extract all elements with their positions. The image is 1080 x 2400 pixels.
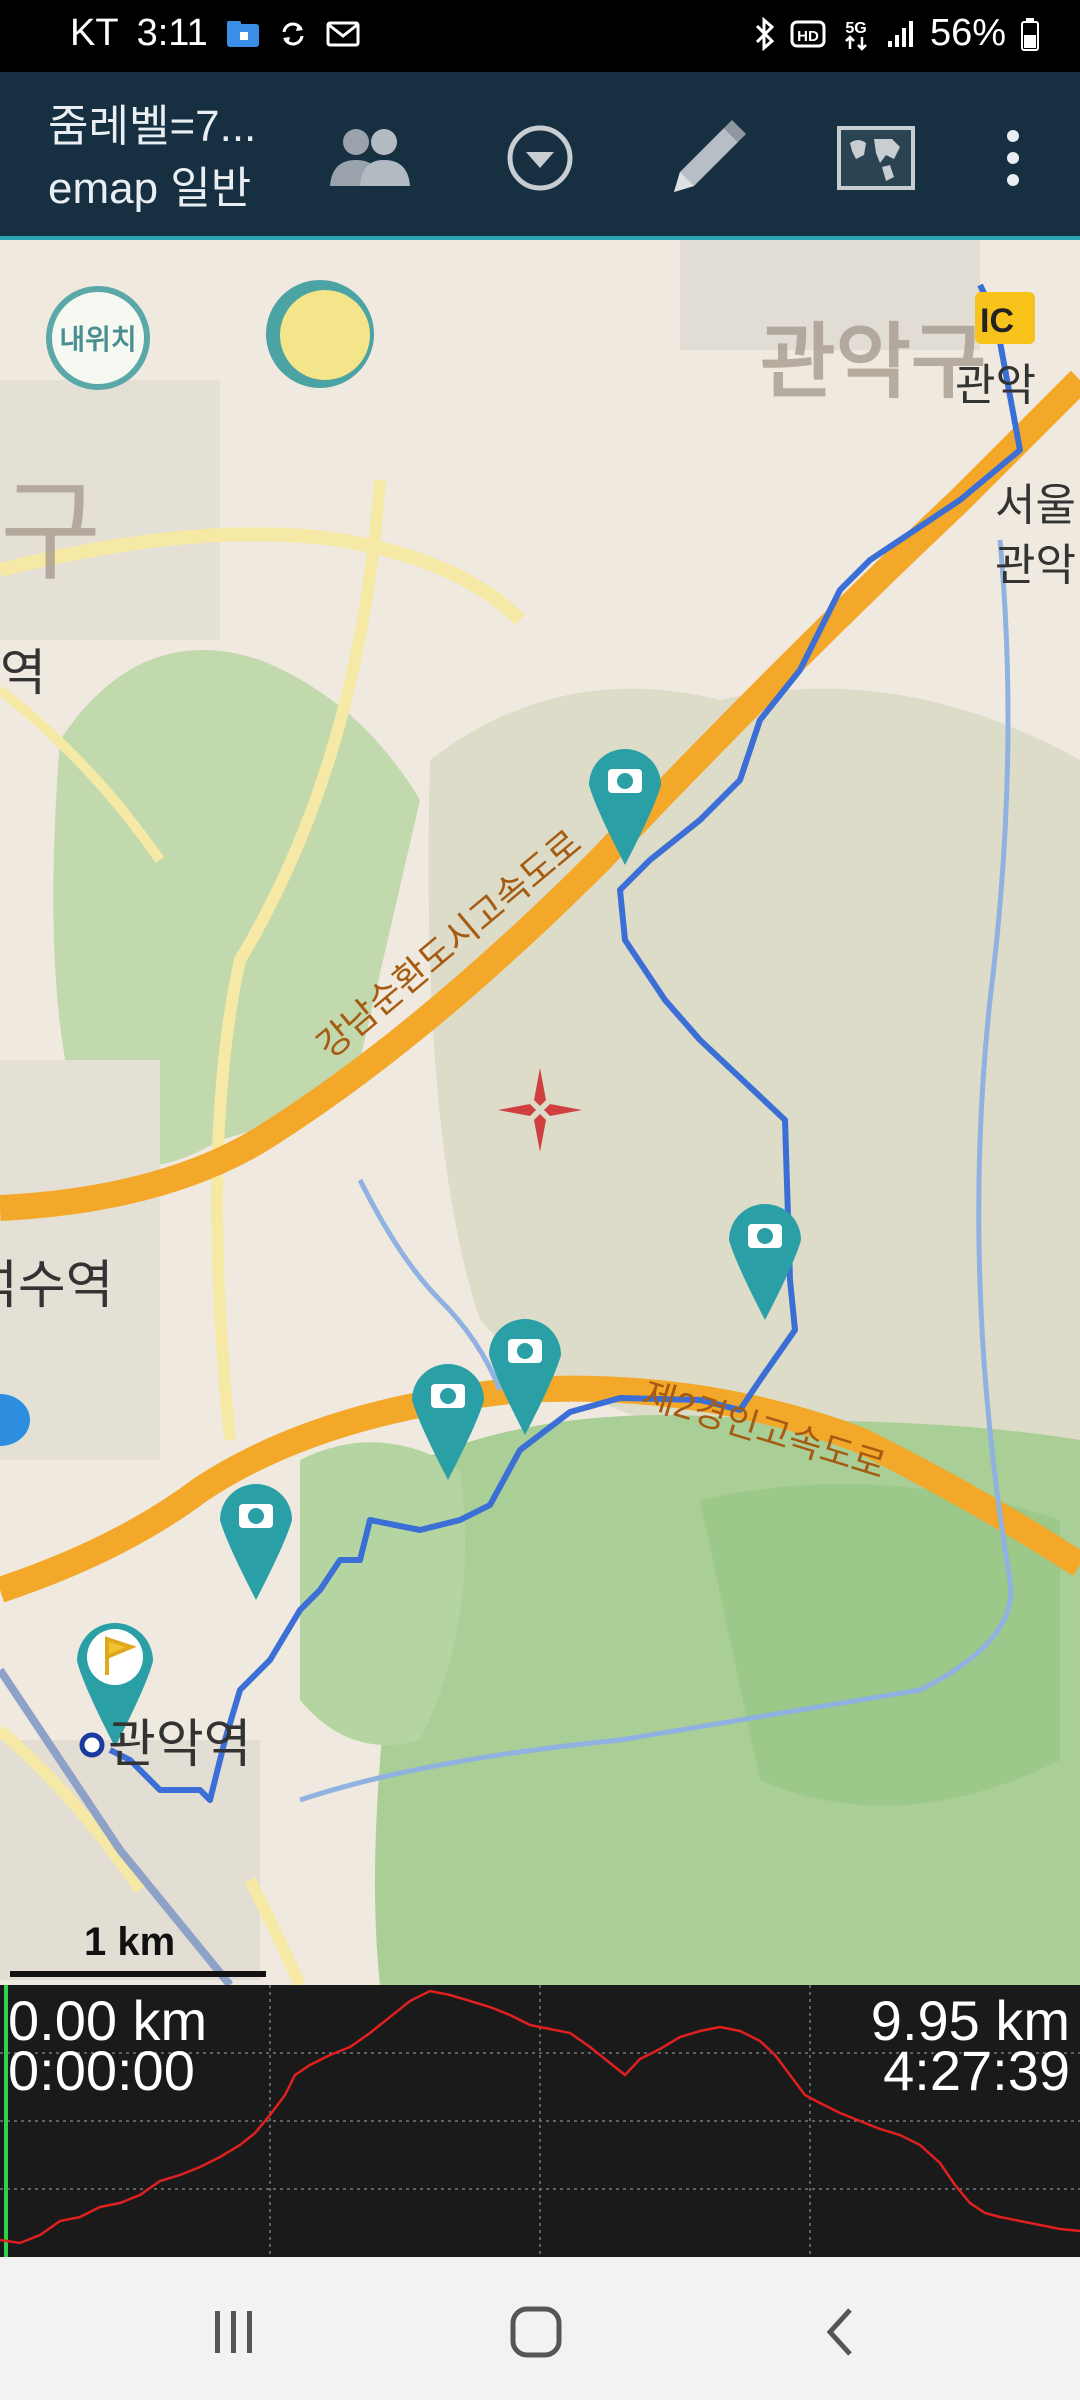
map-label-gu: 구 [0, 471, 101, 594]
map-type-label: emap 일반 [48, 164, 252, 213]
map-title[interactable]: 줌레벨=7... emap 일반 [48, 96, 256, 220]
home-icon [510, 2306, 562, 2358]
map-label-yeok: 역 [0, 645, 46, 701]
sync-icon [282, 22, 304, 45]
my-location-label: 내위치 [59, 324, 137, 355]
bluetooth-icon [755, 16, 775, 51]
day-mode-icon [280, 290, 370, 380]
map-label-seoul: 서울 [995, 481, 1076, 530]
start-time: 0:00:00 [8, 2039, 195, 2102]
group-button[interactable] [322, 110, 418, 206]
recent-apps-icon [215, 2311, 252, 2353]
map-canvas: 관악구 IC 관악 서울 관악 구 역 석수역 관악역 강남순환도시고속도로 제… [0, 240, 1080, 1985]
home-button[interactable] [496, 2297, 576, 2367]
recent-apps-button[interactable] [194, 2297, 274, 2367]
hd-voice-icon: HD [790, 20, 826, 47]
map-label-gwanak-gu: 관악구 [760, 317, 986, 408]
map-toolbar: 줌레벨=7... emap 일반 [0, 72, 1080, 240]
clock: 3:11 [136, 12, 208, 54]
carrier-label: KT [70, 12, 119, 54]
day-night-toggle[interactable] [266, 280, 374, 388]
my-location-button[interactable]: 내위치 [46, 286, 150, 390]
battery-percent: 56% [929, 12, 1006, 54]
dropdown-icon [507, 125, 573, 191]
status-bar: KT 3:11 HD 5G 56% [0, 0, 1080, 72]
map-label-gwanak-2: 관악 [995, 541, 1076, 590]
5g-icon: 5G [845, 20, 867, 51]
photo-marker [489, 1319, 561, 1435]
scale-bar [10, 1971, 266, 1977]
system-nav-bar [0, 2257, 1080, 2400]
back-button[interactable] [800, 2297, 880, 2367]
map-label-sinsu-station: 석수역 [0, 1257, 114, 1315]
map-select-button[interactable] [828, 110, 924, 206]
more-options-button[interactable] [965, 110, 1061, 206]
track-start-point [79, 1732, 105, 1758]
elevation-graph[interactable]: 0.00 km 0:00:00 9.95 km 4:27:39 [0, 1985, 1080, 2257]
map-label-ic: IC [980, 302, 1014, 340]
back-icon [826, 2308, 852, 2356]
edit-button[interactable] [660, 110, 756, 206]
map-view[interactable]: 관악구 IC 관악 서울 관악 구 역 석수역 관악역 강남순환도시고속도로 제… [0, 240, 1080, 1985]
zoom-level-label: 줌레벨=7... [48, 102, 257, 151]
pencil-icon [674, 120, 746, 192]
total-time: 4:27:39 [883, 2039, 1070, 2102]
more-vert-icon [1007, 130, 1019, 186]
mail-icon [326, 21, 360, 46]
signal-icon [887, 20, 913, 47]
dropdown-button[interactable] [492, 110, 588, 206]
svg-text:5G: 5G [845, 20, 866, 37]
svg-text:HD: HD [797, 28, 819, 45]
map-label-gwanak-station: 관악역 [108, 1716, 252, 1774]
world-map-icon [837, 126, 915, 190]
battery-icon [1021, 17, 1039, 51]
folder-icon [226, 20, 259, 47]
photo-marker [220, 1484, 292, 1600]
scale-label: 1 km [84, 1920, 176, 1964]
group-icon [330, 129, 410, 186]
map-label-gwanak: 관악 [955, 361, 1036, 410]
